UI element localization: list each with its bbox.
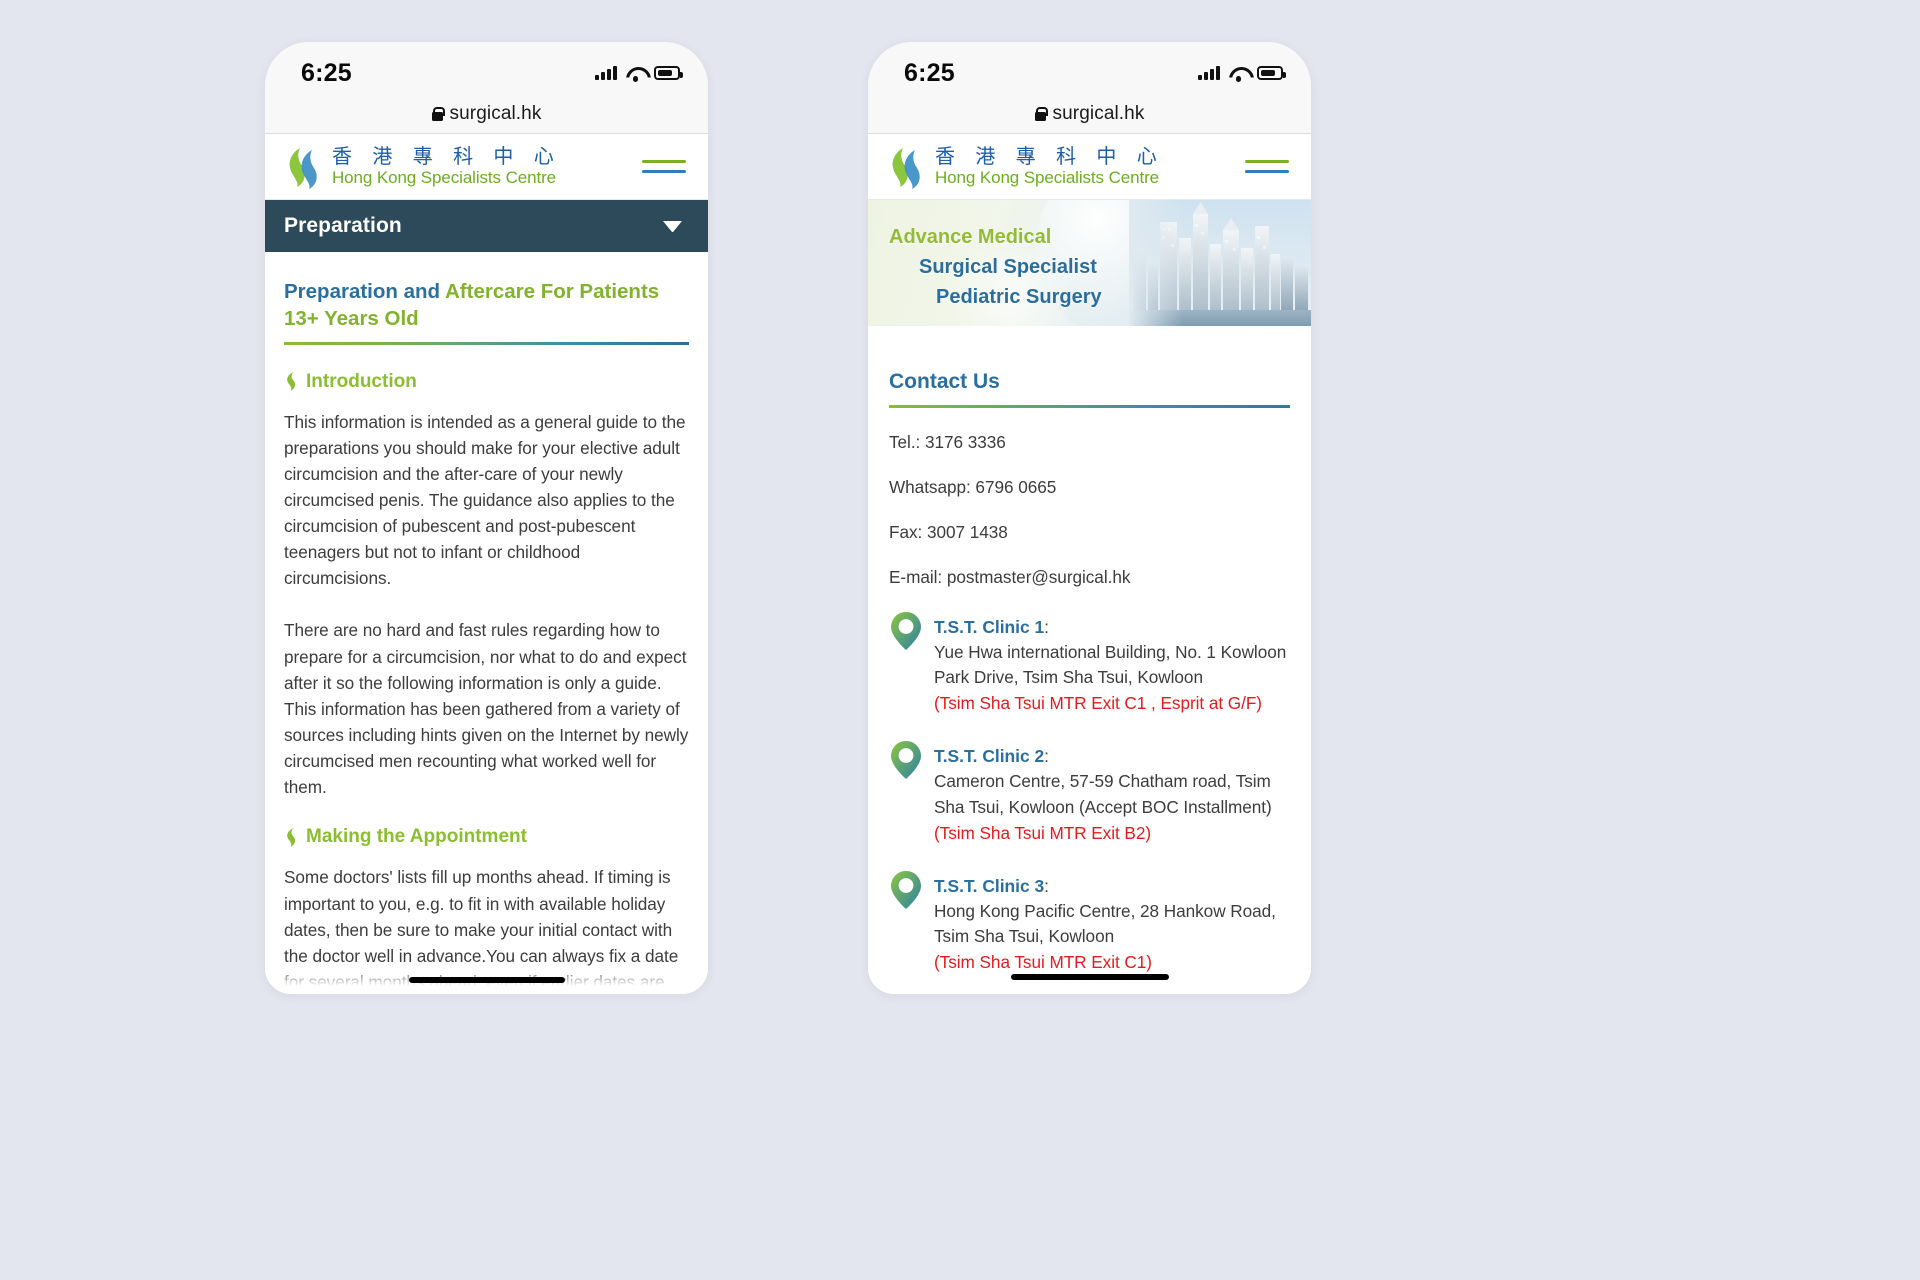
- contact-email: E-mail: postmaster@surgical.hk: [889, 566, 1131, 587]
- phone-right: 6:25 surgical.hk 香 港 專 科 中 心 Hong Kong S…: [868, 42, 1311, 994]
- home-indicator[interactable]: [1010, 974, 1169, 980]
- site-header-left: 香 港 專 科 中 心 Hong Kong Specialists Centre: [265, 134, 708, 200]
- battery-icon: [654, 66, 683, 80]
- clinic-name-colon: :: [1044, 875, 1050, 896]
- brand-block: 香 港 專 科 中 心 Hong Kong Specialists Centre: [935, 143, 1164, 187]
- brand-name-en: Hong Kong Specialists Centre: [332, 167, 556, 187]
- clinic-name-text: T.S.T. Clinic 2: [934, 746, 1045, 766]
- hksc-swoosh-logo: [892, 147, 920, 189]
- browser-url-bar-right[interactable]: surgical.hk: [868, 94, 1311, 134]
- wifi-icon: [626, 66, 645, 82]
- brand-name-cn: 香 港 專 科 中 心: [935, 143, 1164, 168]
- article-body: Preparation and Aftercare For Patients 1…: [265, 252, 708, 994]
- clinic-entry: T.S.T. Clinic 1: Yue Hwa international B…: [889, 611, 1290, 718]
- swoosh-bullet-icon: [287, 372, 296, 391]
- swoosh-bullet-icon: [287, 827, 296, 847]
- clinic-name[interactable]: T.S.T. Clinic 3:: [934, 873, 1290, 899]
- banner-line-3: Pediatric Surgery: [936, 286, 1102, 308]
- banner-text-block: Advance Medical Surgical Specialist Pedi…: [889, 226, 1102, 309]
- clinic-name-colon: :: [1044, 616, 1050, 637]
- contact-section: Contact Us Tel.: 3176 3336 Whatsapp: 679…: [868, 326, 1311, 994]
- signal-bars-icon: [1198, 66, 1220, 80]
- page-title: Preparation and Aftercare For Patients 1…: [284, 278, 689, 333]
- hksc-swoosh-logo: [289, 147, 317, 189]
- clinic-details: T.S.T. Clinic 3: Hong Kong Pacific Centr…: [934, 873, 1290, 977]
- hero-banner: Advance Medical Surgical Specialist Pedi…: [868, 200, 1311, 326]
- contact-title: Contact Us: [889, 370, 1000, 393]
- lock-icon: [431, 106, 446, 121]
- clinic-mtr-note: (Tsim Sha Tsui MTR Exit C1 , Esprit at G…: [934, 693, 1262, 714]
- map-pin-icon[interactable]: [889, 869, 923, 911]
- paragraph: Some doctors' lists fill up months ahead…: [284, 867, 679, 993]
- section-heading-making-the-appointment: Making the Appointment: [284, 826, 689, 848]
- hamburger-menu-icon[interactable]: [1245, 160, 1289, 173]
- section-heading-introduction: Introduction: [284, 371, 689, 393]
- phone-left: 6:25 surgical.hk 香 港 專 科 中 心 Hong Kong S…: [265, 42, 708, 994]
- home-indicator[interactable]: [408, 977, 565, 983]
- paragraph: This information is intended as a genera…: [284, 411, 686, 589]
- url-text: surgical.hk: [1052, 102, 1145, 124]
- status-bar-right: 6:25: [868, 42, 1311, 94]
- accordion-preparation[interactable]: Preparation: [265, 200, 708, 252]
- wifi-icon: [1229, 66, 1248, 82]
- section-heading-text: Making the Appointment: [306, 826, 527, 848]
- clinic-name[interactable]: T.S.T. Clinic 2:: [934, 743, 1290, 769]
- contact-whatsapp: Whatsapp: 6796 0665: [889, 476, 1057, 497]
- brand-name-en: Hong Kong Specialists Centre: [935, 167, 1159, 187]
- accordion-title: Preparation: [284, 214, 402, 237]
- hong-kong-cityscape-photo: [1129, 200, 1311, 326]
- section-heading-text: Introduction: [306, 370, 417, 392]
- map-pin-icon[interactable]: [889, 739, 923, 781]
- chevron-down-icon[interactable]: [663, 220, 682, 232]
- clinic-mtr-note: (Tsim Sha Tsui MTR Exit C1): [934, 952, 1152, 973]
- status-icons: [1198, 66, 1286, 82]
- map-pin-icon[interactable]: [889, 610, 923, 652]
- clinic-name-text: T.S.T. Clinic 3: [934, 875, 1045, 896]
- status-clock: 6:25: [301, 58, 352, 87]
- contact-fax: Fax: 3007 1438: [889, 521, 1008, 542]
- battery-icon: [1257, 66, 1286, 80]
- clinic-details: T.S.T. Clinic 1: Yue Hwa international B…: [934, 614, 1290, 718]
- clinic-details: T.S.T. Clinic 2: Cameron Centre, 57-59 C…: [934, 743, 1290, 847]
- status-bar-left: 6:25: [265, 42, 708, 94]
- clinic-name-colon: :: [1044, 746, 1050, 766]
- contact-tel: Tel.: 3176 3336: [889, 431, 1006, 452]
- lock-icon: [1034, 106, 1049, 121]
- title-divider: [284, 341, 689, 345]
- brand-block: 香 港 專 科 中 心 Hong Kong Specialists Centre: [332, 143, 561, 187]
- status-icons: [595, 66, 683, 82]
- clinic-name[interactable]: T.S.T. Clinic 1:: [934, 614, 1290, 640]
- clinic-entry: T.S.T. Clinic 3: Hong Kong Pacific Centr…: [889, 870, 1290, 977]
- clinic-mtr-note: (Tsim Sha Tsui MTR Exit B2): [934, 822, 1152, 843]
- contact-divider: [889, 405, 1290, 408]
- clinic-address: Hong Kong Pacific Centre, 28 Hankow Road…: [934, 900, 1276, 947]
- clinic-name-text: T.S.T. Clinic 1: [934, 616, 1045, 637]
- page-title-part-a: Preparation and: [284, 280, 445, 303]
- screenshot-stage: 6:25 surgical.hk 香 港 專 科 中 心 Hong Kong S…: [0, 0, 1920, 1280]
- clinic-address: Yue Hwa international Building, No. 1 Ko…: [934, 641, 1287, 688]
- paragraph: There are no hard and fast rules regardi…: [284, 620, 689, 798]
- banner-line-2: Surgical Specialist: [919, 256, 1097, 278]
- status-clock: 6:25: [904, 58, 955, 87]
- brand-name-cn: 香 港 專 科 中 心: [332, 143, 561, 168]
- clinic-entry: T.S.T. Clinic 2: Cameron Centre, 57-59 C…: [889, 741, 1290, 847]
- clinic-address: Cameron Centre, 57-59 Chatham road, Tsim…: [934, 771, 1272, 817]
- url-text: surgical.hk: [449, 102, 542, 124]
- banner-line-1: Advance Medical: [889, 226, 1052, 248]
- site-header-right: 香 港 專 科 中 心 Hong Kong Specialists Centre: [868, 134, 1311, 200]
- signal-bars-icon: [595, 66, 617, 80]
- browser-url-bar-left[interactable]: surgical.hk: [265, 94, 708, 134]
- hamburger-menu-icon[interactable]: [642, 160, 686, 173]
